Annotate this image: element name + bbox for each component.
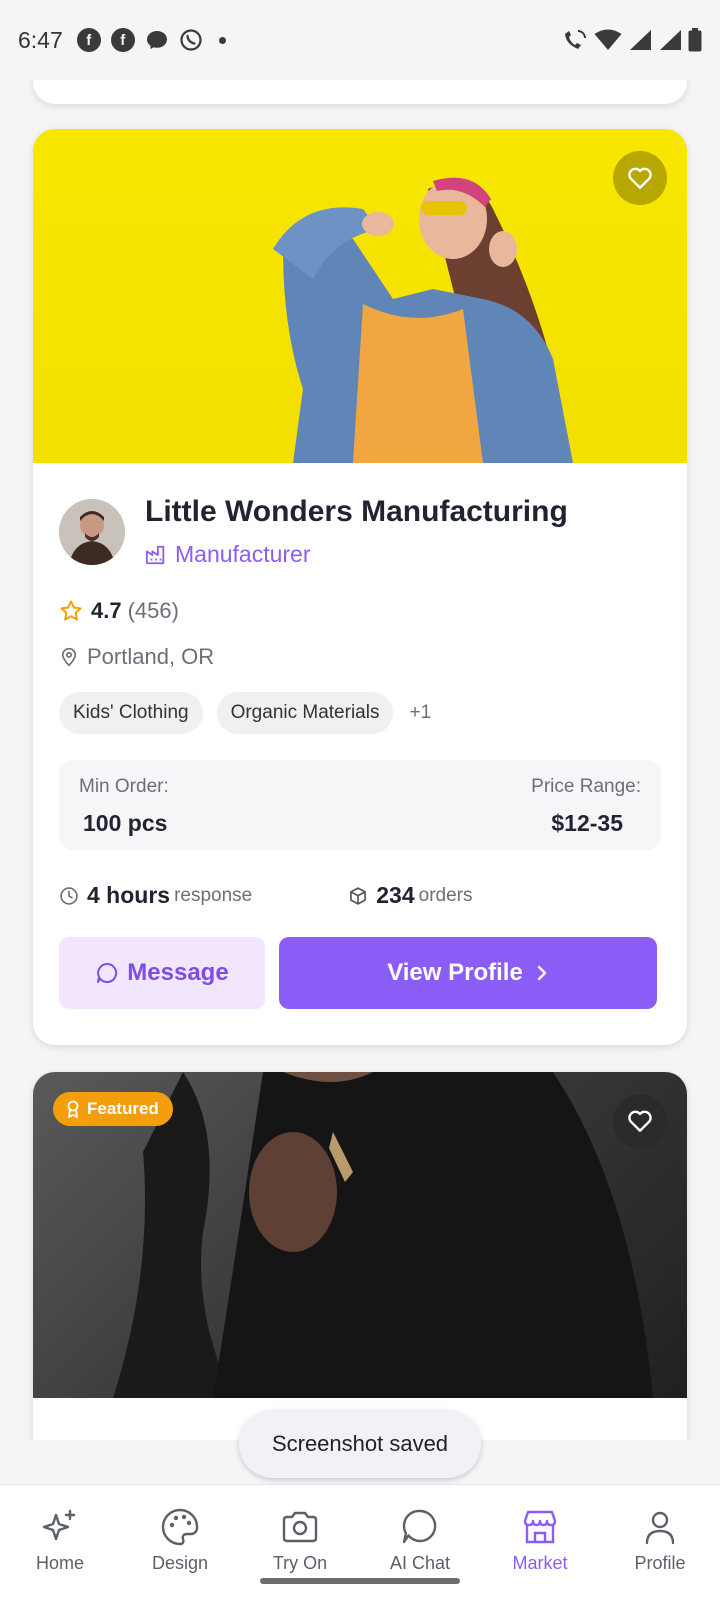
- favorite-button-next[interactable]: [613, 1094, 667, 1148]
- company-type: Manufacturer: [145, 541, 568, 568]
- chevron-right-icon: [537, 965, 546, 981]
- avatar-illustration: [59, 498, 125, 565]
- factory-icon: [145, 545, 165, 564]
- messenger-icon: [146, 31, 167, 49]
- response-time-label: response: [174, 884, 253, 906]
- nav-ai-chat-label: AI Chat: [389, 1553, 451, 1573]
- whatsapp-icon: [180, 29, 202, 51]
- message-button[interactable]: Message: [59, 937, 265, 1009]
- avatar[interactable]: [59, 498, 125, 565]
- facebook-icon: f: [76, 28, 101, 52]
- home-indicator[interactable]: [260, 1578, 460, 1584]
- hero-photo-illustration: [273, 177, 573, 463]
- battery-icon: [688, 28, 702, 52]
- view-profile-button-label: View Profile: [387, 959, 523, 986]
- palette-icon: [161, 1508, 199, 1546]
- screenshot-toast: Screenshot saved: [239, 1410, 481, 1478]
- chat-bubble-icon: [402, 1509, 437, 1544]
- location-text: Portland, OR: [87, 644, 215, 669]
- nav-home[interactable]: Home: [0, 1485, 120, 1600]
- store-icon: [523, 1510, 557, 1544]
- camera-icon: [282, 1511, 318, 1543]
- sparkles-icon: [42, 1509, 76, 1541]
- rating-count: (456): [127, 598, 179, 623]
- location-pin-icon: [61, 647, 77, 667]
- price-range-value: $12-35: [551, 810, 623, 836]
- status-bar: 6:47 f f: [0, 0, 720, 80]
- nav-profile-label: Profile: [634, 1553, 686, 1573]
- tag-kids-clothing: Kids' Clothing: [59, 692, 203, 734]
- orders-value: 234: [376, 882, 415, 908]
- heart-icon: [628, 1110, 652, 1132]
- more-tags-count: +1: [409, 702, 432, 723]
- next-listing-hero-image[interactable]: Featured: [33, 1072, 687, 1398]
- favorite-button[interactable]: [613, 151, 667, 205]
- featured-badge-label: Featured: [87, 1099, 159, 1118]
- more-notifications-dot-icon: [218, 36, 226, 44]
- order-info-box: Min Order: 100 pcs Price Range: $12-35: [59, 760, 661, 850]
- response-time-value: 4 hours: [87, 882, 171, 908]
- nav-profile[interactable]: Profile: [600, 1485, 720, 1600]
- view-profile-button[interactable]: View Profile: [279, 937, 657, 1009]
- price-range-label: Price Range:: [531, 776, 641, 797]
- rating: 4.7 (456): [59, 598, 661, 624]
- specialty-tags: Kids' Clothing Organic Materials +1: [59, 692, 661, 734]
- message-button-label: Message: [127, 959, 229, 986]
- company-name: Little Wonders Manufacturing: [145, 495, 568, 528]
- nav-design[interactable]: Design: [120, 1485, 240, 1600]
- nav-market[interactable]: Market: [480, 1485, 600, 1600]
- wifi-icon: [594, 29, 622, 50]
- star-icon: [60, 600, 82, 621]
- chat-bubble-icon: [97, 962, 118, 983]
- featured-badge: Featured: [53, 1092, 173, 1126]
- status-time: 6:47: [18, 26, 63, 53]
- heart-icon: [628, 167, 652, 189]
- next-listing-card[interactable]: Featured: [33, 1072, 687, 1440]
- manufacturer-card[interactable]: Little Wonders Manufacturing Manufacture…: [33, 129, 687, 1045]
- scroll-area[interactable]: Little Wonders Manufacturing Manufacture…: [0, 0, 720, 1440]
- award-icon: [67, 1100, 79, 1118]
- location: Portland, OR: [59, 644, 661, 670]
- nav-design-label: Design: [151, 1553, 209, 1573]
- orders-count: 234 orders: [348, 882, 472, 909]
- wifi-calling-icon: [565, 30, 586, 49]
- clock-icon: [60, 886, 78, 905]
- nav-market-label: Market: [512, 1553, 568, 1573]
- response-time: 4 hours response: [59, 882, 252, 909]
- min-order-value: 100 pcs: [83, 810, 168, 836]
- nav-try-on-label: Try On: [272, 1553, 328, 1573]
- company-type-label: Manufacturer: [175, 541, 311, 567]
- cell-signal-icon: [630, 30, 651, 50]
- orders-label: orders: [418, 884, 473, 906]
- cell-signal-icon: [660, 30, 681, 50]
- min-order-label: Min Order:: [79, 776, 169, 797]
- rating-value: 4.7: [91, 598, 122, 623]
- stats-row: 4 hours response 234 orders: [59, 882, 661, 909]
- nav-home-label: Home: [35, 1553, 84, 1573]
- user-icon: [645, 1511, 675, 1545]
- package-icon: [350, 886, 367, 905]
- facebook-icon: f: [110, 28, 135, 52]
- tag-organic-materials: Organic Materials: [216, 692, 394, 734]
- listing-hero-image[interactable]: [33, 129, 687, 463]
